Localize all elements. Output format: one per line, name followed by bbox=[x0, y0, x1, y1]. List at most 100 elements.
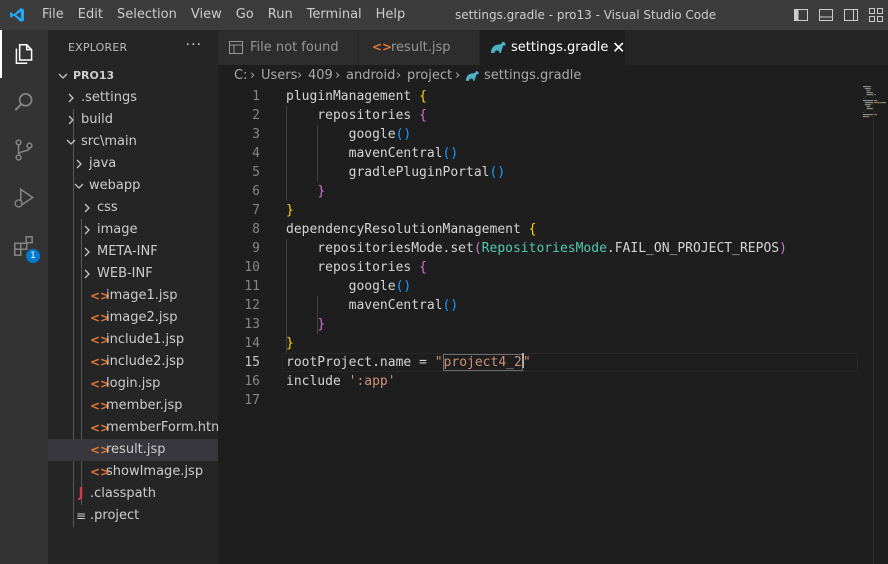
tab-settings-gradle[interactable]: settings.gradle ✕ bbox=[480, 30, 625, 65]
code-token: { bbox=[419, 89, 427, 104]
code-editor[interactable]: 1 pluginManagement {2 repositories {3 goo… bbox=[218, 87, 888, 410]
file-item[interactable]: <> login.jsp bbox=[48, 373, 218, 395]
breadcrumb-item[interactable]: settings.gradle bbox=[484, 65, 581, 87]
search-icon[interactable] bbox=[0, 78, 48, 126]
tree-item-label: src\main bbox=[81, 134, 137, 149]
folder-item[interactable]: .settings bbox=[48, 87, 218, 109]
line-number: 11 bbox=[244, 279, 260, 294]
breadcrumb-item[interactable]: 409 bbox=[308, 65, 333, 87]
menu-selection[interactable]: Selection bbox=[110, 0, 184, 30]
line-number: 10 bbox=[244, 260, 260, 275]
breadcrumb-separator-icon: › bbox=[335, 68, 341, 83]
extensions-icon[interactable]: 1 bbox=[0, 222, 48, 270]
file-item[interactable]: <> memberForm.html bbox=[48, 417, 227, 439]
toggle-primary-sidebar-icon[interactable] bbox=[793, 7, 809, 23]
code-token: } bbox=[317, 317, 326, 332]
folder-item[interactable]: java bbox=[48, 153, 218, 175]
file-item[interactable]: <> include2.jsp bbox=[48, 351, 218, 373]
workspace-root[interactable]: PRO13 bbox=[48, 65, 218, 87]
chevron-right-icon bbox=[76, 159, 82, 169]
menu-view[interactable]: View bbox=[184, 0, 229, 30]
breadcrumb-item[interactable]: C: bbox=[234, 65, 247, 87]
file-item[interactable]: <> member.jsp bbox=[48, 395, 218, 417]
menu-file[interactable]: File bbox=[35, 0, 71, 30]
text-file-icon: ≡ bbox=[75, 509, 87, 523]
menu-help[interactable]: Help bbox=[369, 0, 413, 30]
chevron-right-icon bbox=[84, 203, 90, 213]
code-token: () bbox=[395, 127, 412, 142]
file-item[interactable]: <> image1.jsp bbox=[48, 285, 218, 307]
file-item[interactable]: <> showImage.jsp bbox=[48, 461, 218, 483]
folder-item[interactable]: webapp bbox=[48, 175, 218, 197]
html-file-icon: <> bbox=[90, 311, 111, 325]
tree-item-label: .project bbox=[90, 508, 140, 523]
source-control-icon[interactable] bbox=[0, 126, 48, 174]
explorer-sidebar: EXPLORER ··· PRO13 .settings build src\main… bbox=[48, 30, 227, 564]
code-token: pluginManagement bbox=[286, 89, 420, 104]
folder-item[interactable]: src\main bbox=[48, 131, 218, 153]
code-token: } bbox=[286, 336, 294, 351]
folder-item[interactable]: build bbox=[48, 109, 218, 131]
title-bar: File Edit Selection View Go Run Terminal Help s… bbox=[0, 0, 888, 30]
breadcrumb-item[interactable]: Users bbox=[261, 65, 297, 87]
menu-terminal[interactable]: Terminal bbox=[300, 0, 369, 30]
folder-item[interactable]: META-INF bbox=[48, 241, 218, 263]
code-token: ( bbox=[473, 241, 482, 256]
chevron-right-icon bbox=[68, 93, 74, 103]
tree-item-label: .settings bbox=[81, 90, 137, 105]
line-number: 16 bbox=[244, 374, 260, 389]
code-token: repositoriesMode.set bbox=[286, 241, 474, 256]
toggle-secondary-sidebar-icon[interactable] bbox=[843, 7, 859, 23]
breadcrumb-item[interactable]: android bbox=[346, 65, 395, 87]
html-file-icon: <> bbox=[90, 421, 111, 435]
folder-item[interactable]: WEB-INF bbox=[48, 263, 218, 285]
line-number: 1 bbox=[252, 89, 260, 104]
line-number: 4 bbox=[252, 146, 260, 161]
folder-item[interactable]: css bbox=[48, 197, 218, 219]
code-token: .FAIL_ON_PROJECT_REPOS bbox=[606, 241, 780, 256]
vscode-logo-icon bbox=[10, 8, 24, 22]
tree-item-label: META-INF bbox=[97, 244, 158, 259]
tab-bar: File not found <> result.jsp settings.gr… bbox=[218, 30, 888, 65]
tab-result-jsp[interactable]: <> result.jsp bbox=[359, 30, 479, 65]
tree-item-label: java bbox=[89, 156, 117, 171]
line-number: 9 bbox=[252, 241, 260, 256]
explorer-header: EXPLORER ··· bbox=[48, 30, 218, 65]
breadcrumb-item[interactable]: project bbox=[407, 65, 452, 87]
window-title: settings.gradle - pro13 - Visual Studio … bbox=[455, 8, 717, 22]
line-number: 14 bbox=[244, 336, 260, 351]
folder-item[interactable]: image bbox=[48, 219, 218, 241]
tree-item-label: css bbox=[97, 200, 118, 215]
file-item[interactable]: J .classpath bbox=[48, 483, 218, 505]
file-item[interactable]: <> result.jsp bbox=[48, 439, 218, 461]
code-line: 13 } bbox=[218, 315, 888, 334]
close-tab-icon[interactable]: ✕ bbox=[612, 30, 625, 65]
file-item[interactable]: <> include1.jsp bbox=[48, 329, 218, 351]
menu-edit[interactable]: Edit bbox=[71, 0, 110, 30]
vertical-scrollbar[interactable] bbox=[873, 87, 888, 564]
run-debug-icon[interactable] bbox=[0, 174, 48, 222]
extensions-badge: 1 bbox=[26, 249, 40, 263]
menu-run[interactable]: Run bbox=[261, 0, 300, 30]
explorer-icon[interactable] bbox=[0, 30, 48, 78]
menu-go[interactable]: Go bbox=[229, 0, 261, 30]
html-file-icon: <> bbox=[90, 377, 111, 391]
tree-item-label: login.jsp bbox=[106, 376, 161, 391]
html-file-icon: <> bbox=[90, 465, 111, 479]
toggle-panel-icon[interactable] bbox=[818, 7, 834, 23]
code-token: rootProject.name = bbox=[286, 355, 435, 370]
code-token: mavenCentral bbox=[286, 298, 443, 313]
file-item[interactable]: <> image2.jsp bbox=[48, 307, 218, 329]
code-line: 5 gradlePluginPortal() bbox=[218, 163, 888, 182]
tab-file-not-found[interactable]: File not found bbox=[218, 30, 358, 65]
customize-layout-icon[interactable] bbox=[868, 7, 884, 23]
more-actions-icon[interactable]: ··· bbox=[186, 30, 202, 61]
gradle-icon bbox=[491, 41, 506, 53]
line-number: 8 bbox=[252, 222, 260, 237]
code-line: 11 google() bbox=[218, 277, 888, 296]
chevron-down-icon bbox=[66, 139, 76, 145]
file-item[interactable]: ≡ .project bbox=[48, 505, 218, 527]
chevron-right-icon bbox=[84, 225, 90, 235]
breadcrumb-separator-icon: › bbox=[297, 68, 303, 83]
